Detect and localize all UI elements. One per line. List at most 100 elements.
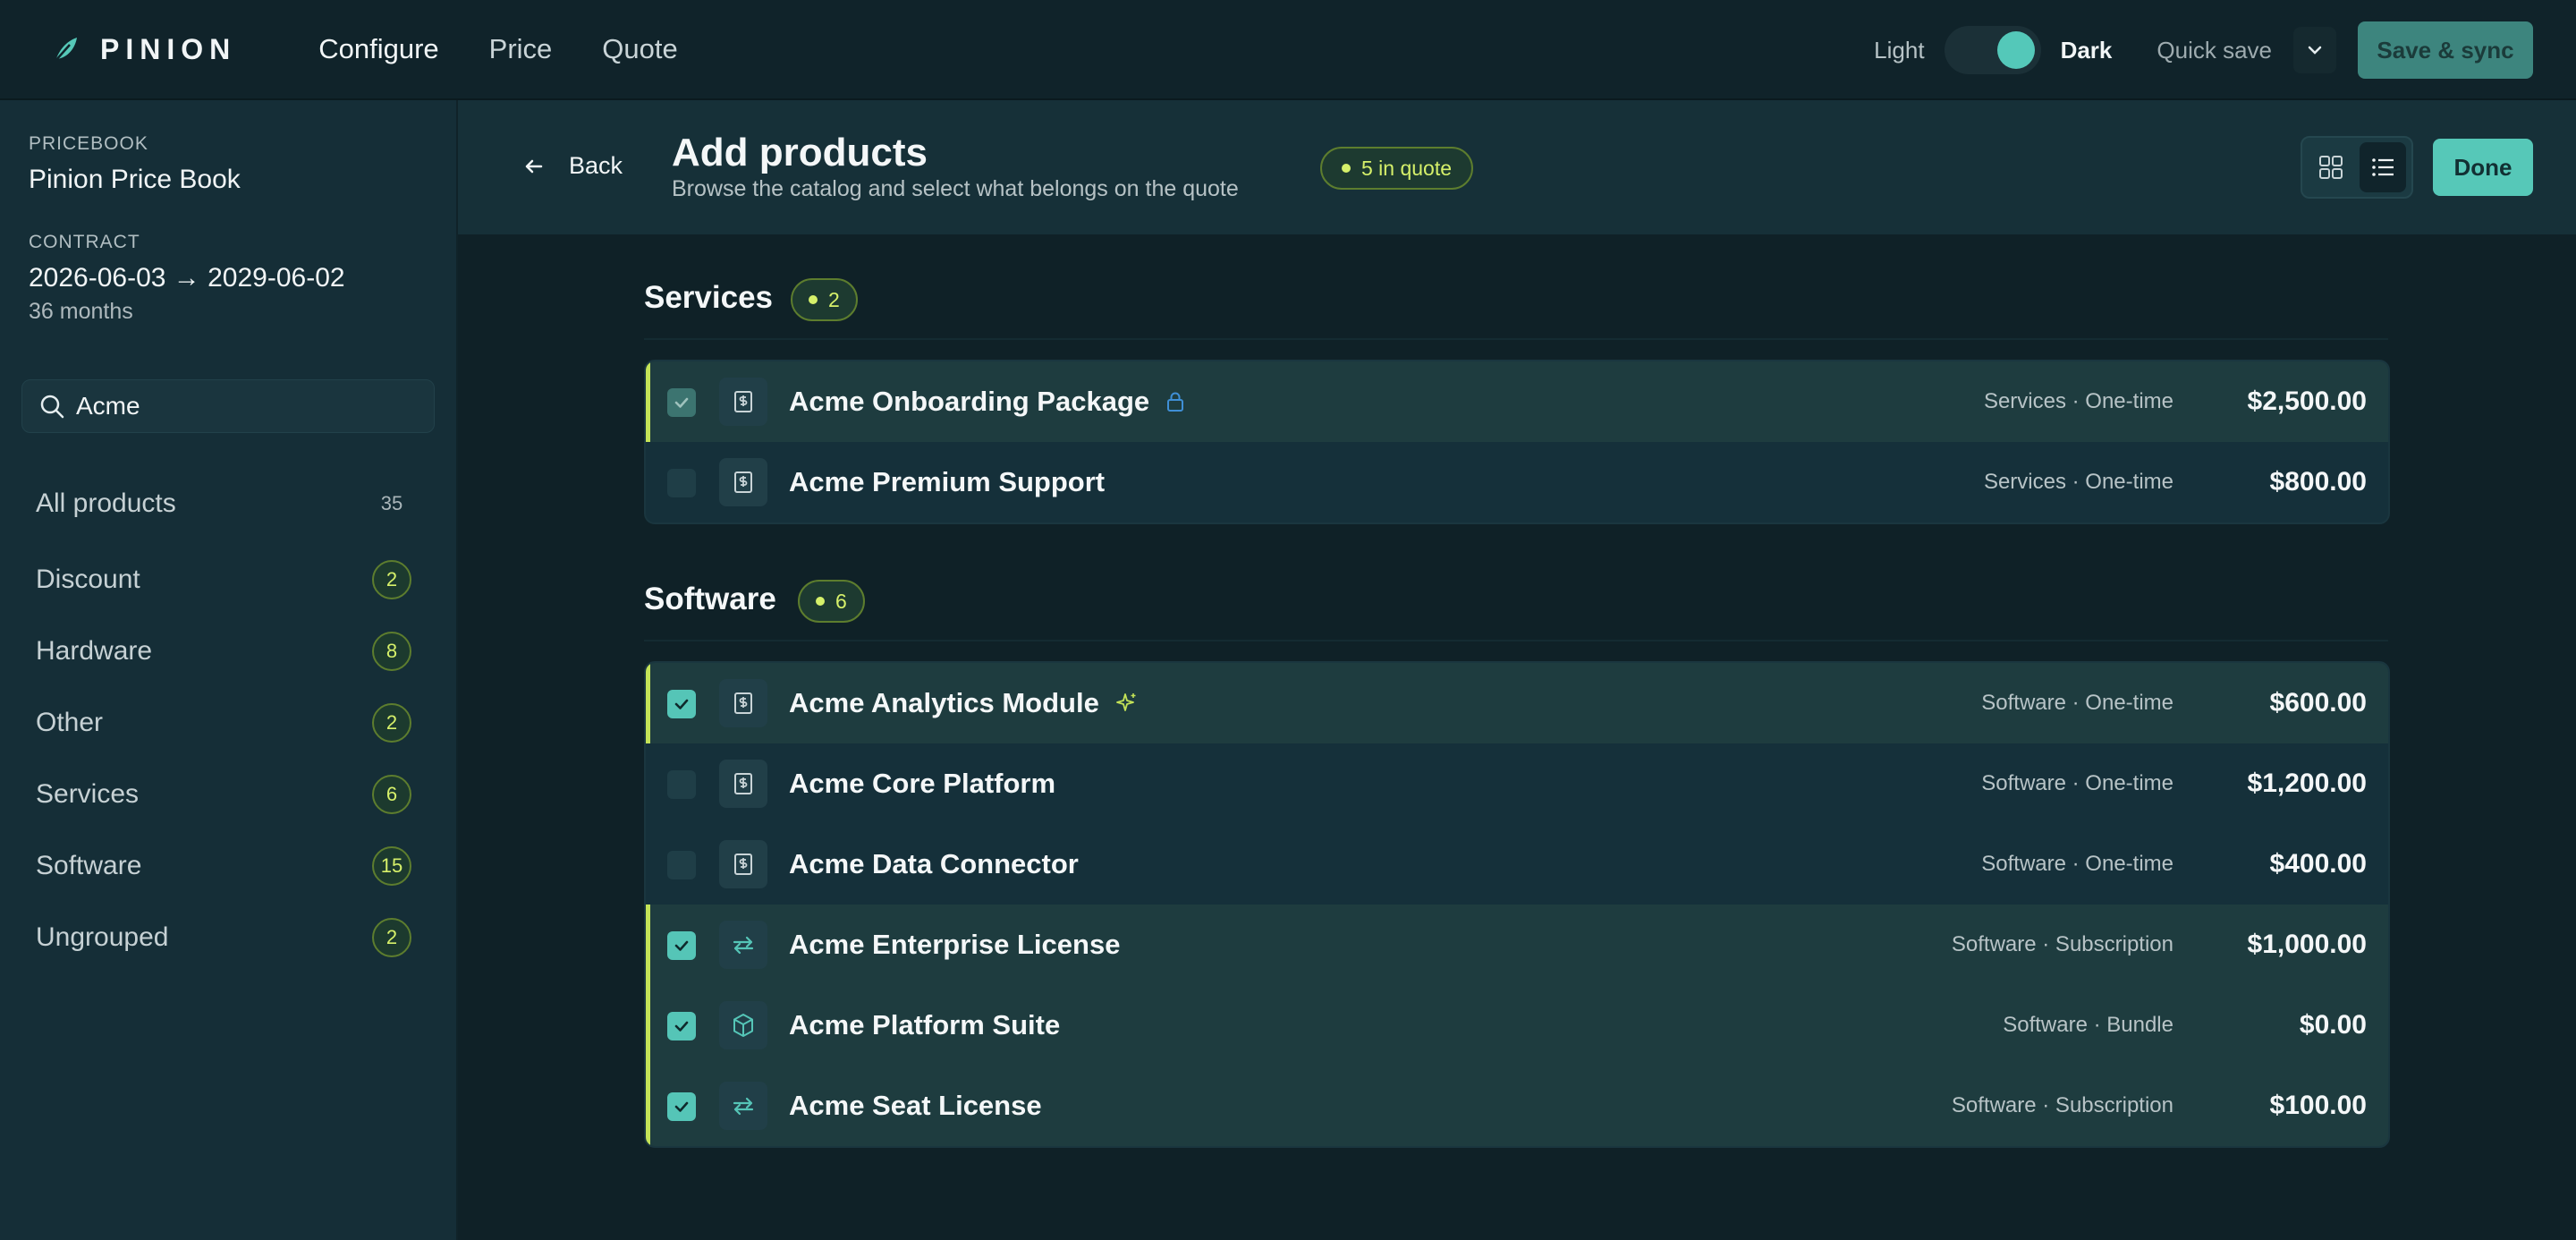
product-meta: Software · One-time: [1981, 691, 2174, 715]
status-dot: [816, 597, 825, 606]
category-count: 15: [372, 846, 411, 886]
quick-save-dropdown[interactable]: [2293, 27, 2336, 73]
table-row[interactable]: Acme Seat License Software · Subscriptio…: [646, 1066, 2388, 1146]
contract-label: CONTRACT: [29, 232, 140, 252]
top-actions: Light Dark Quick save Save & sync: [1874, 21, 2533, 79]
cube-icon: [719, 1001, 767, 1049]
list-icon: [2372, 158, 2394, 176]
row-checkbox[interactable]: [667, 931, 696, 960]
row-checkbox[interactable]: [667, 770, 696, 799]
theme-toggle[interactable]: [1944, 26, 2041, 74]
in-quote-badge: 5 in quote: [1320, 147, 1474, 190]
category-ungrouped[interactable]: Ungrouped 2: [21, 908, 426, 967]
repeat-icon: [719, 1082, 767, 1130]
nav-configure[interactable]: Configure: [318, 33, 438, 65]
check-icon: [674, 397, 689, 408]
check-icon: [674, 699, 689, 709]
category-hardware[interactable]: Hardware 8: [21, 622, 426, 681]
product-name: Acme Core Platform: [789, 768, 1056, 799]
table-row[interactable]: Acme Analytics Module Software · One-tim…: [646, 663, 2388, 743]
top-bar: PINION Configure Price Quote Light Dark …: [0, 0, 2576, 100]
product-meta: Software · One-time: [1981, 852, 2174, 876]
group-count-badge: 6: [798, 580, 865, 623]
dollar-doc-icon: [719, 840, 767, 888]
software-table: Acme Analytics Module Software · One-tim…: [644, 661, 2390, 1148]
group-count: 6: [835, 589, 847, 613]
category-services[interactable]: Services 6: [21, 765, 426, 824]
search-input[interactable]: [76, 392, 416, 420]
category-other[interactable]: Other 2: [21, 693, 426, 752]
list-view-button[interactable]: [2360, 142, 2406, 192]
lock-icon: [1167, 392, 1184, 412]
grid-view-button[interactable]: [2308, 142, 2354, 192]
theme-light-label: Light: [1874, 36, 1925, 64]
product-name-cell: Acme Premium Support: [789, 466, 1105, 498]
product-search[interactable]: [21, 379, 435, 433]
group-divider: [644, 338, 2388, 340]
theme-toggle-knob: [1996, 31, 2035, 69]
category-name: Software: [36, 851, 142, 880]
row-checkbox[interactable]: [667, 469, 696, 497]
logo[interactable]: PINION: [50, 33, 236, 66]
row-checkbox[interactable]: [667, 690, 696, 718]
status-dot: [809, 295, 818, 304]
product-name-cell: Acme Analytics Module: [789, 687, 1139, 719]
category-discount[interactable]: Discount 2: [21, 550, 426, 609]
save-sync-button[interactable]: Save & sync: [2358, 21, 2533, 79]
category-all-products[interactable]: All products 35: [21, 474, 426, 533]
table-row[interactable]: Acme Enterprise License Software · Subsc…: [646, 905, 2388, 985]
category-name: Other: [36, 708, 104, 737]
product-price: $0.00: [2299, 1010, 2367, 1040]
product-price: $400.00: [2269, 849, 2367, 879]
status-dot: [1342, 164, 1351, 173]
product-name: Acme Analytics Module: [789, 687, 1099, 718]
group-divider: [644, 640, 2388, 641]
row-checkbox[interactable]: [667, 388, 696, 417]
row-checkbox[interactable]: [667, 1012, 696, 1040]
nav-quote[interactable]: Quote: [602, 33, 677, 65]
done-button[interactable]: Done: [2433, 139, 2533, 196]
product-meta: Software · Subscription: [1951, 932, 2174, 956]
table-row[interactable]: Acme Onboarding Package Services · One-t…: [646, 361, 2388, 442]
product-name: Acme Enterprise License: [789, 929, 1121, 960]
chevron-down-icon: [2308, 46, 2322, 55]
sparkle-icon: [1115, 693, 1136, 711]
view-toggle: [2301, 136, 2413, 199]
product-price: $1,200.00: [2247, 769, 2367, 798]
row-checkbox[interactable]: [667, 851, 696, 879]
product-name: Acme Premium Support: [789, 466, 1106, 497]
product-name-cell: Acme Seat License: [789, 1090, 1042, 1122]
table-row[interactable]: Acme Core Platform Software · One-time $…: [646, 743, 2388, 824]
category-count: 2: [372, 560, 411, 599]
brand-name: PINION: [100, 32, 237, 65]
group-count-badge: 2: [791, 278, 858, 321]
check-icon: [674, 940, 689, 951]
contract-term: 36 months: [29, 299, 133, 324]
product-name: Acme Onboarding Package: [789, 386, 1150, 417]
category-name: Discount: [36, 565, 140, 594]
nav-price[interactable]: Price: [489, 33, 553, 65]
product-name-cell: Acme Platform Suite: [789, 1009, 1060, 1041]
product-price: $800.00: [2269, 467, 2367, 497]
category-name: Ungrouped: [36, 922, 169, 952]
product-price: $600.00: [2269, 688, 2367, 718]
back-button[interactable]: Back: [522, 152, 623, 180]
quick-save-button[interactable]: Quick save: [2157, 37, 2272, 64]
group-title-services: Services: [644, 280, 774, 315]
table-row[interactable]: Acme Platform Suite Software · Bundle $0…: [646, 985, 2388, 1066]
product-price: $100.00: [2269, 1091, 2367, 1120]
services-table: Acme Onboarding Package Services · One-t…: [644, 360, 2390, 524]
category-count: 2: [372, 918, 411, 957]
table-row[interactable]: Acme Premium Support Services · One-time…: [646, 442, 2388, 522]
row-checkbox[interactable]: [667, 1092, 696, 1121]
dollar-doc-icon: [719, 679, 767, 727]
category-name: All products: [36, 488, 176, 518]
product-name-cell: Acme Core Platform: [789, 768, 1055, 800]
product-name-cell: Acme Onboarding Package: [789, 386, 1185, 418]
table-row[interactable]: Acme Data Connector Software · One-time …: [646, 824, 2388, 905]
category-software[interactable]: Software 15: [21, 837, 426, 896]
product-name: Acme Seat License: [789, 1090, 1042, 1121]
in-quote-label: 5 in quote: [1361, 156, 1453, 180]
search-icon: [40, 395, 64, 419]
dollar-doc-icon: [719, 760, 767, 808]
